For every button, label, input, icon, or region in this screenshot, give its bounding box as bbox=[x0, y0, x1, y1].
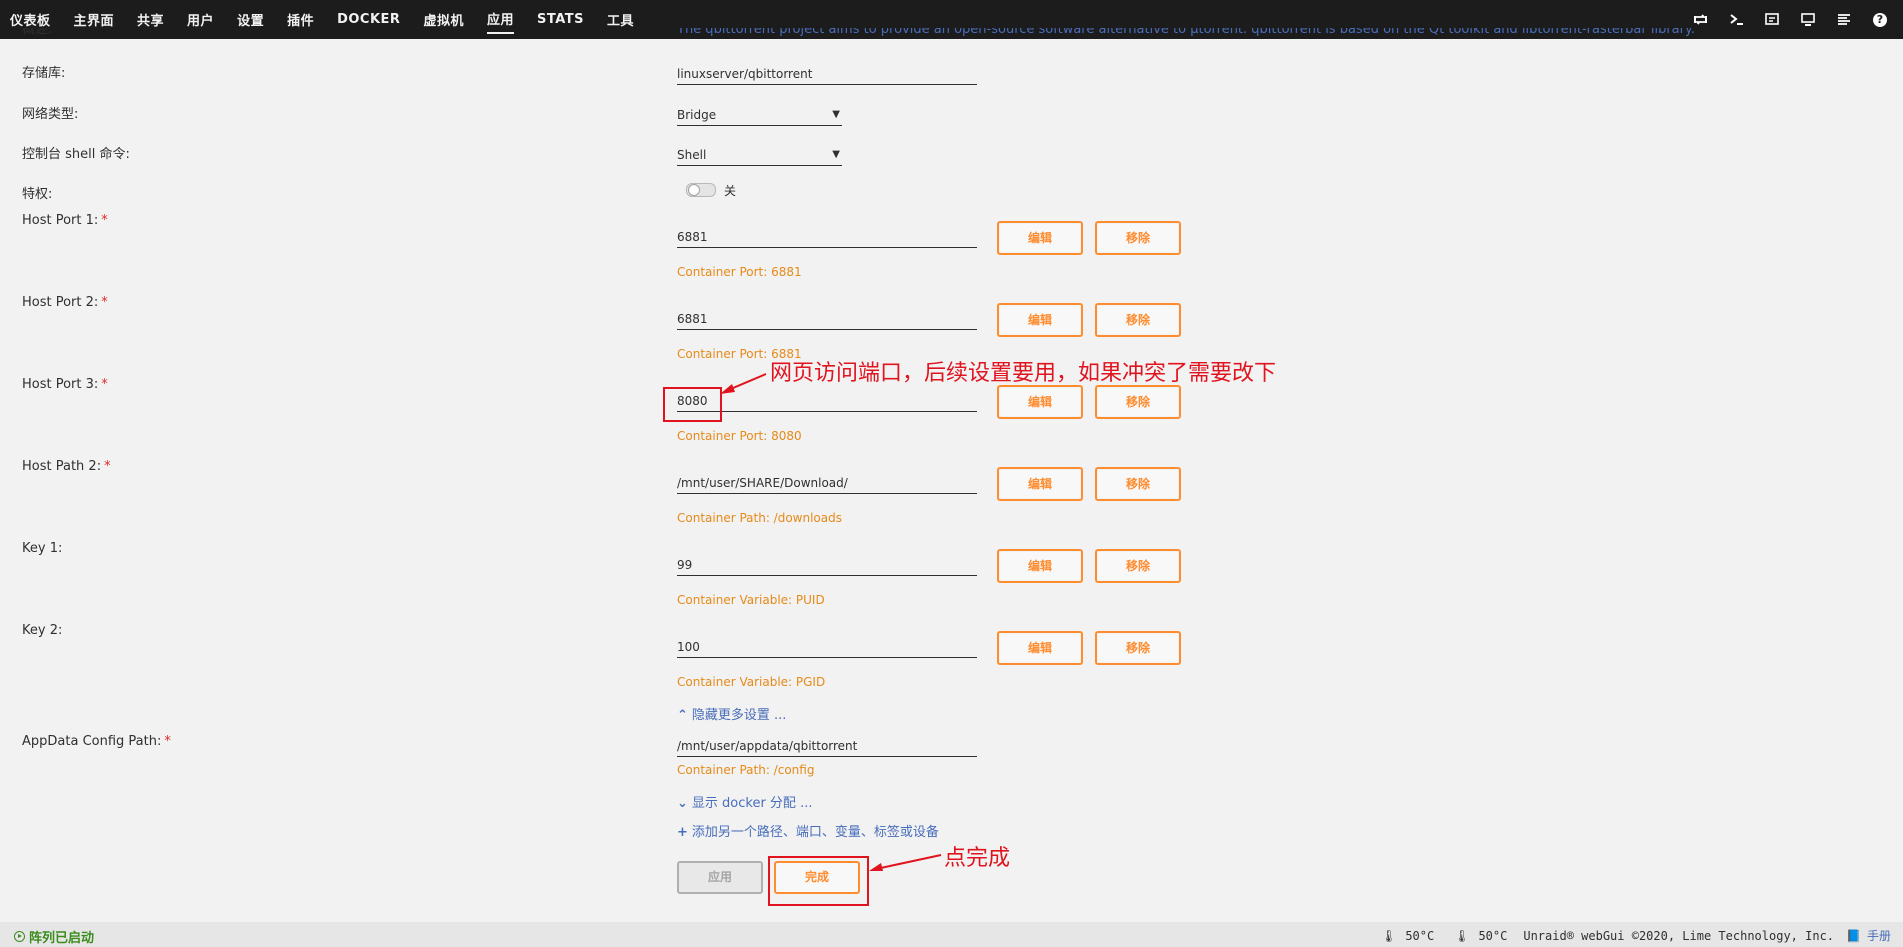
nav-stats[interactable]: STATS bbox=[537, 8, 584, 31]
host-port-2-field[interactable]: 6881 bbox=[677, 308, 977, 330]
host-path-2-hint: Container Path: /downloads bbox=[677, 511, 842, 525]
host-port-3-label: Host Port 3: * bbox=[22, 377, 108, 392]
console-shell-select[interactable]: Shell ▼ bbox=[677, 144, 842, 166]
monitor-icon[interactable] bbox=[1799, 11, 1817, 29]
required-marker: * bbox=[104, 459, 111, 474]
annotation-done-highlight bbox=[768, 856, 869, 906]
nav-vms[interactable]: 虚拟机 bbox=[423, 6, 464, 33]
footer-right: 🌡 50°C 🌡 50°C Unraid® webGui ©2020, Lime T… bbox=[1361, 927, 1891, 944]
array-status: 阵列已启动 bbox=[14, 927, 94, 946]
appdata-hint: Container Path: /config bbox=[677, 763, 815, 777]
help-icon[interactable]: ? bbox=[1871, 11, 1889, 29]
mb-temp: 🌡 50°C bbox=[1454, 928, 1508, 943]
toggle-knob bbox=[688, 184, 700, 196]
thermometer-icon: 🌡 bbox=[1454, 928, 1470, 943]
main-nav: 仪表板 主界面 共享 用户 设置 插件 DOCKER 虚拟机 应用 STATS … bbox=[10, 0, 657, 39]
log-icon[interactable] bbox=[1835, 11, 1853, 29]
status-footer: 阵列已启动 🌡 50°C 🌡 50°C Unraid® webGui ©2020, … bbox=[0, 922, 1903, 947]
show-docker-allocations-link[interactable]: ⌄ 显示 docker 分配 ... bbox=[677, 792, 812, 811]
nav-users[interactable]: 用户 bbox=[187, 6, 214, 33]
cpu-temp: 🌡 50°C bbox=[1381, 928, 1435, 943]
key-1-label: Key 1: bbox=[22, 541, 63, 556]
host-path-2-remove-button[interactable]: 移除 bbox=[1095, 467, 1181, 501]
nav-apps[interactable]: 应用 bbox=[486, 5, 514, 34]
book-icon: 📘 bbox=[1846, 928, 1861, 943]
host-port-1-hint: Container Port: 6881 bbox=[677, 265, 802, 279]
annotation-done-note: 点完成 bbox=[944, 846, 1011, 871]
console-shell-value: Shell bbox=[677, 148, 707, 162]
required-marker: * bbox=[164, 734, 171, 749]
network-type-value: Bridge bbox=[677, 108, 717, 122]
nav-settings[interactable]: 设置 bbox=[237, 6, 264, 33]
apply-button[interactable]: 应用 bbox=[677, 861, 763, 894]
privileged-state: 关 bbox=[724, 184, 737, 198]
key-1-hint: Container Variable: PUID bbox=[677, 593, 825, 607]
key-2-field[interactable]: 100 bbox=[677, 636, 977, 658]
feedback-icon[interactable] bbox=[1763, 11, 1781, 29]
terminal-icon[interactable] bbox=[1727, 11, 1745, 29]
switch-icon[interactable] bbox=[1691, 11, 1709, 29]
annotation-port-highlight bbox=[663, 387, 722, 422]
host-port-2-edit-button[interactable]: 编辑 bbox=[997, 303, 1083, 337]
key-1-remove-button[interactable]: 移除 bbox=[1095, 549, 1181, 583]
add-another-link[interactable]: + 添加另一个路径、端口、变量、标签或设备 bbox=[677, 821, 939, 840]
key-1-field[interactable]: 99 bbox=[677, 554, 977, 576]
key-2-label: Key 2: bbox=[22, 623, 63, 638]
host-port-3-remove-button[interactable]: 移除 bbox=[1095, 385, 1181, 419]
host-path-2-field[interactable]: /mnt/user/SHARE/Download/ bbox=[677, 472, 977, 494]
host-port-1-label: Host Port 1: * bbox=[22, 213, 108, 228]
repository-label: 存储库: bbox=[22, 66, 66, 81]
hide-more-settings-link[interactable]: ⌃ 隐藏更多设置 ... bbox=[677, 704, 786, 723]
key-2-remove-button[interactable]: 移除 bbox=[1095, 631, 1181, 665]
annotation-arrow-done bbox=[869, 854, 942, 871]
chevron-down-icon: ⌄ bbox=[677, 796, 688, 811]
network-type-label: 网络类型: bbox=[22, 107, 79, 122]
host-port-1-edit-button[interactable]: 编辑 bbox=[997, 221, 1083, 255]
host-path-2-label: Host Path 2: * bbox=[22, 459, 111, 474]
host-port-2-label: Host Port 2: * bbox=[22, 295, 108, 310]
plus-icon: + bbox=[677, 825, 688, 840]
required-marker: * bbox=[101, 295, 108, 310]
key-1-edit-button[interactable]: 编辑 bbox=[997, 549, 1083, 583]
host-port-1-field[interactable]: 6881 bbox=[677, 226, 977, 248]
nav-docker[interactable]: DOCKER bbox=[337, 8, 400, 31]
network-type-select[interactable]: Bridge ▼ bbox=[677, 104, 842, 126]
manual-link[interactable]: 📘 手册 bbox=[1840, 927, 1891, 944]
required-marker: * bbox=[101, 213, 108, 228]
chevron-up-icon: ⌃ bbox=[677, 708, 688, 723]
console-shell-label: 控制台 shell 命令: bbox=[22, 147, 130, 162]
nav-tools[interactable]: 工具 bbox=[607, 6, 634, 33]
host-port-3-edit-button[interactable]: 编辑 bbox=[997, 385, 1083, 419]
annotation-port-note: 网页访问端口，后续设置要用，如果冲突了需要改下 bbox=[770, 361, 1277, 386]
required-marker: * bbox=[101, 377, 108, 392]
host-port-3-field[interactable]: 8080 bbox=[677, 390, 977, 412]
privileged-label: 特权: bbox=[22, 187, 53, 202]
key-2-edit-button[interactable]: 编辑 bbox=[997, 631, 1083, 665]
appdata-label: AppData Config Path: * bbox=[22, 734, 171, 749]
dropdown-caret-icon: ▼ bbox=[832, 109, 840, 120]
privileged-toggle[interactable] bbox=[686, 183, 716, 197]
thermometer-icon: 🌡 bbox=[1381, 928, 1397, 943]
overview-text: The qbittorrent project aims to provide … bbox=[677, 28, 1695, 37]
host-port-1-remove-button[interactable]: 移除 bbox=[1095, 221, 1181, 255]
dropdown-caret-icon: ▼ bbox=[832, 149, 840, 160]
host-path-2-edit-button[interactable]: 编辑 bbox=[997, 467, 1083, 501]
host-port-3-hint: Container Port: 8080 bbox=[677, 429, 802, 443]
appdata-field[interactable]: /mnt/user/appdata/qbittorrent bbox=[677, 735, 977, 757]
key-2-hint: Container Variable: PGID bbox=[677, 675, 826, 689]
nav-icon-group: ? bbox=[1673, 0, 1889, 39]
nav-plugins[interactable]: 插件 bbox=[287, 6, 314, 33]
play-circle-icon bbox=[14, 931, 25, 942]
overview-label: 概述: bbox=[22, 28, 53, 37]
host-port-2-remove-button[interactable]: 移除 bbox=[1095, 303, 1181, 337]
copyright-text: Unraid® webGui ©2020, Lime Technology, I… bbox=[1523, 928, 1835, 943]
repository-field[interactable]: linuxserver/qbittorrent bbox=[677, 63, 977, 85]
nav-main[interactable]: 主界面 bbox=[74, 6, 115, 33]
nav-shares[interactable]: 共享 bbox=[137, 6, 164, 33]
